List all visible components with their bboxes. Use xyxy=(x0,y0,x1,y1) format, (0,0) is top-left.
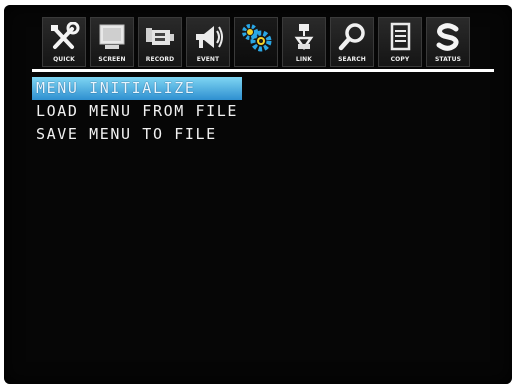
tab-copy-label: COPY xyxy=(390,56,410,63)
tab-quick-label: QUICK xyxy=(53,56,75,63)
tab-setup[interactable] xyxy=(234,17,278,67)
network-icon xyxy=(294,24,314,51)
tab-record-label: RECORD xyxy=(145,56,175,63)
menu-item-initialize[interactable]: MENU INITIALIZE xyxy=(32,77,242,100)
gears-icon xyxy=(242,24,272,52)
menu-item-load-from-file[interactable]: LOAD MENU FROM FILE xyxy=(32,100,242,123)
tab-link[interactable]: LINK xyxy=(282,17,326,67)
main-toolbar: QUICK SCREEN RECORD EVENT LINK SEARCH CO… xyxy=(42,17,470,67)
tab-event-label: EVENT xyxy=(196,56,220,63)
tab-status-label: STATUS xyxy=(434,56,461,63)
tab-record[interactable]: RECORD xyxy=(138,17,182,67)
tools-icon xyxy=(51,22,80,49)
camera-icon xyxy=(146,28,174,45)
tab-status[interactable]: STATUS xyxy=(426,17,470,67)
tab-search-label: SEARCH xyxy=(338,56,366,63)
toolbar-divider xyxy=(32,69,494,72)
monitor-icon xyxy=(99,24,125,49)
magnifier-icon xyxy=(338,23,365,51)
tab-link-label: LINK xyxy=(295,56,313,63)
tab-quick[interactable]: QUICK xyxy=(42,17,86,67)
tab-screen-label: SCREEN xyxy=(98,56,126,63)
tab-screen[interactable]: SCREEN xyxy=(90,17,134,67)
tab-search[interactable]: SEARCH xyxy=(330,17,374,67)
status-s-icon xyxy=(436,23,459,51)
megaphone-icon xyxy=(196,26,223,48)
dvr-screen: QUICK SCREEN RECORD EVENT LINK SEARCH CO… xyxy=(4,5,512,384)
document-icon xyxy=(390,22,411,51)
tab-copy[interactable]: COPY xyxy=(378,17,422,67)
menu-item-save-to-file[interactable]: SAVE MENU TO FILE xyxy=(32,123,242,146)
tab-event[interactable]: EVENT xyxy=(186,17,230,67)
setup-menu: MENU INITIALIZE LOAD MENU FROM FILE SAVE… xyxy=(32,77,242,146)
